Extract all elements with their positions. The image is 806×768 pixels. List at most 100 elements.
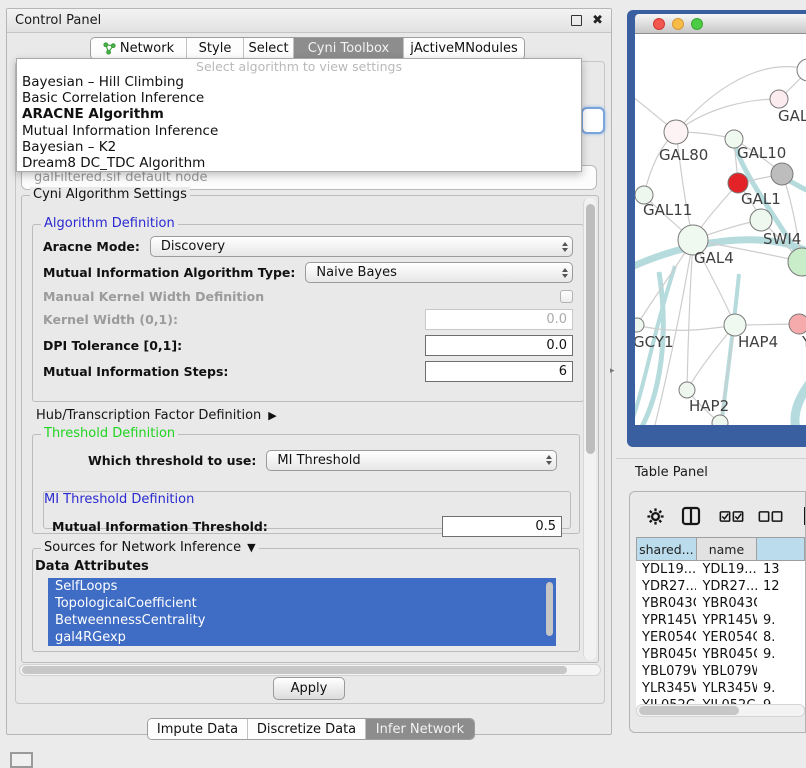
minimize-button[interactable]	[672, 18, 684, 30]
table-cell: YLR345W	[696, 680, 756, 697]
tab-label: Infer Network	[376, 722, 464, 737]
kernel-width-field[interactable]: 0.0	[425, 309, 573, 330]
table-horizontal-scrollbar[interactable]	[636, 704, 805, 717]
node-label: HAP4	[738, 333, 778, 351]
network-node-gal80[interactable]	[664, 120, 688, 144]
tab-cyni-toolbox[interactable]: Cyni Toolbox	[294, 38, 404, 59]
splitter-handle[interactable]: ▸	[610, 366, 615, 376]
tab-label: Impute Data	[157, 722, 238, 737]
tab-discretize-data[interactable]: Discretize Data	[248, 719, 366, 739]
tab-label: Network	[120, 41, 174, 56]
algorithm-option[interactable]: Dream8 DC_TDC Algorithm	[17, 155, 581, 171]
table-cell: YBR045C	[696, 646, 756, 663]
node-label: HAP2	[689, 397, 729, 415]
which-threshold-label: Which threshold to use:	[88, 453, 256, 468]
top-tab-bar: Network Style Select Cyni Toolbox jActiv…	[90, 37, 525, 60]
settings-vertical-scrollbar[interactable]	[583, 198, 596, 660]
network-node-y[interactable]	[789, 314, 806, 334]
network-node[interactable]	[771, 163, 793, 185]
apply-button[interactable]: Apply	[273, 677, 345, 700]
algorithm-option[interactable]: ARACNE Algorithm	[17, 106, 581, 122]
table-cell: 9.	[757, 612, 805, 629]
network-node-swi4[interactable]	[750, 209, 772, 231]
collection-combo-value: galFiltered.sif default node	[34, 170, 208, 185]
table-row[interactable]: YLR345WYLR345W9.	[636, 680, 805, 697]
network-node[interactable]	[788, 248, 806, 276]
table-row[interactable]: YBR043CYBR043C	[636, 595, 805, 612]
select-all-checkboxes-icon[interactable]	[719, 510, 744, 523]
mi-type-combo[interactable]: Naive Bayes	[305, 262, 573, 283]
table-row[interactable]: YDR27...YDR27...12	[636, 578, 805, 595]
tab-label: Discretize Data	[257, 722, 356, 737]
control-panel-window: Control Panel ✖ Network Style Select Cyn…	[6, 8, 612, 735]
algorithm-combo-focus-fragment[interactable]	[581, 107, 605, 134]
mi-threshold-field[interactable]: 0.5	[442, 516, 562, 537]
which-threshold-combo[interactable]: MI Threshold	[266, 450, 557, 471]
list-scrollbar[interactable]	[545, 580, 554, 644]
column-header[interactable]	[757, 537, 805, 561]
table-cell: 9.	[757, 646, 805, 663]
network-node[interactable]	[797, 59, 806, 81]
network-node[interactable]	[712, 415, 728, 425]
table-panel: shared... name YDL19...YDL19...13YDR27..…	[629, 491, 806, 733]
deselect-all-checkboxes-icon[interactable]	[758, 510, 783, 523]
threshold-definition-group: Threshold Definition Which threshold to …	[32, 434, 580, 534]
algorithm-option-list: Bayesian – Hill ClimbingBasic Correlatio…	[17, 74, 581, 171]
network-node-gcy1[interactable]	[635, 318, 644, 332]
columns-icon[interactable]	[681, 506, 701, 526]
table-cell: YDR27...	[696, 578, 756, 595]
table-row[interactable]: YER054CYER054C8.	[636, 629, 805, 646]
attribute-option[interactable]: TopologicalCoefficient	[48, 595, 556, 612]
network-node-hap2[interactable]	[679, 382, 695, 398]
tab-select[interactable]: Select	[244, 38, 294, 59]
table-row[interactable]: YPR145WYPR145W9.	[636, 612, 805, 629]
table-row[interactable]: YDL19...YDL19...13	[636, 561, 805, 578]
table-row[interactable]: YBL079WYBL079W	[636, 663, 805, 680]
algorithm-option[interactable]: Mutual Information Inference	[17, 123, 581, 139]
algorithm-option[interactable]: Bayesian – Hill Climbing	[17, 74, 581, 90]
dpi-tolerance-label: DPI Tolerance [0,1]:	[43, 338, 182, 353]
node-label: GCY1	[635, 333, 674, 351]
table-panel-titlebar: Table Panel	[616, 458, 806, 486]
manual-kernel-checkbox[interactable]	[560, 290, 573, 303]
table-panel-title: Table Panel	[635, 465, 708, 480]
tab-impute-data[interactable]: Impute Data	[148, 719, 248, 739]
table-row[interactable]: YBR045CYBR045C9.	[636, 646, 805, 663]
close-button[interactable]	[653, 18, 665, 30]
attribute-option[interactable]: gal4RGexp	[48, 629, 556, 646]
mi-steps-field[interactable]: 6	[425, 361, 573, 382]
table-cell: YBR043C	[696, 595, 756, 612]
tab-network[interactable]: Network	[91, 38, 187, 59]
close-icon[interactable]: ✖	[592, 15, 603, 26]
table-cell: YDR27...	[636, 578, 696, 595]
network-canvas[interactable]: GALGAL80GAL10GAL1GAL11SWI4GAL4GCY1HAP4YH…	[635, 34, 806, 425]
column-header[interactable]: shared...	[636, 537, 697, 561]
table-cell: 12	[757, 578, 805, 595]
control-panel-titlebar: Control Panel ✖	[7, 9, 611, 33]
float-window-icon[interactable]	[571, 15, 582, 26]
minimized-window-icon[interactable]	[10, 752, 33, 768]
gear-icon[interactable]	[646, 507, 665, 526]
tab-label: Cyni Toolbox	[308, 41, 390, 56]
data-attributes-list: SelfLoopsTopologicalCoefficientBetweenne…	[48, 578, 556, 646]
network-node-gal[interactable]	[770, 90, 788, 108]
dpi-tolerance-field[interactable]: 0.0	[425, 335, 573, 356]
tab-jactivemnodules[interactable]: jActiveMNodules	[404, 38, 524, 59]
hub-definition-expander[interactable]: Hub/Transcription Factor Definition ▶	[36, 408, 277, 423]
aracne-mode-combo[interactable]: Discovery	[150, 236, 573, 257]
tab-style[interactable]: Style	[187, 38, 244, 59]
table-cell: YBR043C	[636, 595, 696, 612]
node-label: GAL1	[741, 190, 781, 208]
column-header[interactable]: name	[697, 537, 758, 561]
algorithm-option[interactable]: Basic Correlation Inference	[17, 90, 581, 106]
panel-title: Control Panel	[15, 13, 101, 28]
attribute-option[interactable]: SelfLoops	[48, 578, 556, 595]
settings-horizontal-scrollbar[interactable]	[19, 664, 601, 676]
expander-expanded-icon[interactable]: ▼	[247, 541, 255, 554]
algorithm-option[interactable]: Bayesian – K2	[17, 139, 581, 155]
zoom-button[interactable]	[691, 18, 703, 30]
tab-infer-network[interactable]: Infer Network	[366, 719, 474, 739]
node-label: Y	[801, 333, 806, 351]
attribute-option[interactable]: BetweennessCentrality	[48, 612, 556, 629]
node-label: GAL11	[643, 201, 692, 219]
